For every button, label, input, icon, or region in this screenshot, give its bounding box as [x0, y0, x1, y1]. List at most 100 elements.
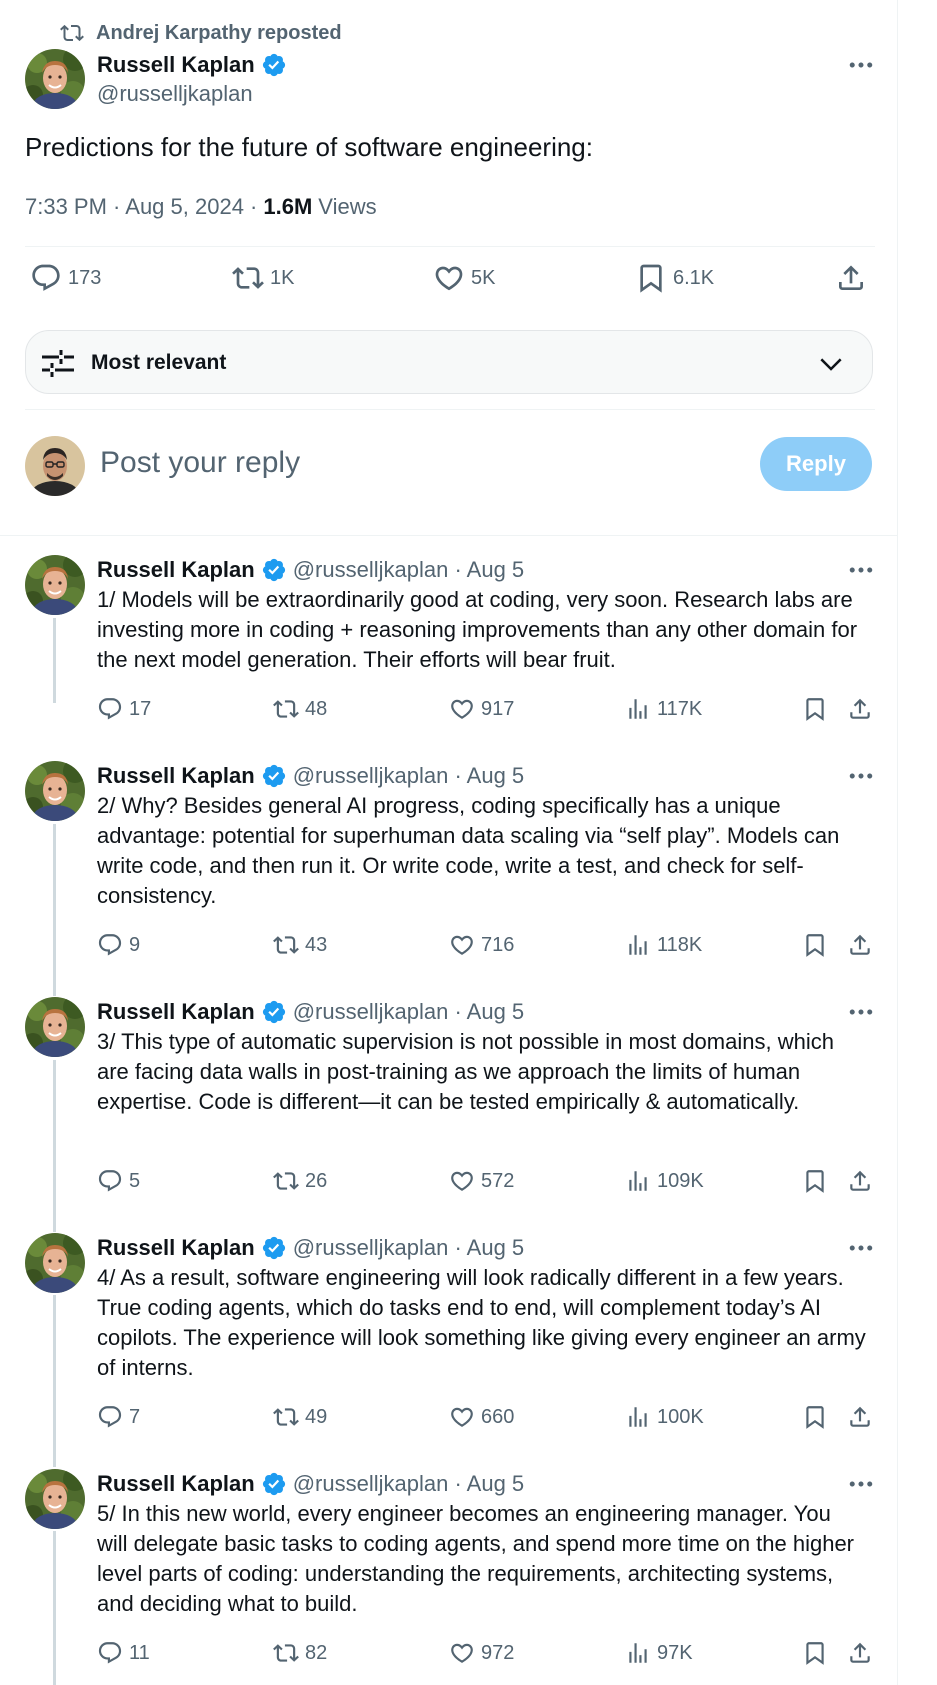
more-options-icon[interactable]	[846, 1233, 876, 1263]
author-name[interactable]: Russell Kaplan	[97, 763, 255, 789]
verified-badge-icon[interactable]	[261, 1471, 287, 1497]
reply-count: 173	[68, 266, 102, 289]
share-button[interactable]	[847, 932, 873, 958]
like-button[interactable]: 917	[449, 696, 514, 722]
author-name-row: Russell Kaplan @russelljkaplan · Aug 5	[97, 997, 524, 1027]
reply-button[interactable]: 17	[97, 696, 151, 722]
author-name[interactable]: Russell Kaplan	[97, 557, 255, 583]
bookmark-count: 6.1K	[673, 266, 715, 289]
bookmark-button[interactable]	[802, 1168, 828, 1194]
views-button[interactable]: 118K	[625, 932, 702, 958]
reply-count: 7	[129, 1405, 141, 1428]
author-handle[interactable]: @russelljkaplan · Aug 5	[293, 763, 524, 789]
share-icon	[847, 932, 873, 958]
reply-input[interactable]: Post your reply	[100, 446, 300, 480]
like-count: 716	[481, 933, 515, 956]
author-avatar[interactable]	[25, 1233, 85, 1293]
repost-button[interactable]: 48	[273, 696, 327, 722]
reply-button[interactable]: 7	[97, 1404, 140, 1430]
reply-button[interactable]: 11	[97, 1640, 150, 1666]
more-options-icon[interactable]	[846, 50, 876, 80]
views-button[interactable]: 100K	[625, 1404, 704, 1430]
author-avatar[interactable]	[25, 1469, 85, 1529]
reply-icon	[97, 1404, 123, 1430]
share-button[interactable]	[835, 262, 867, 294]
tweet-text: Predictions for the future of software e…	[25, 132, 593, 162]
repost-button[interactable]: 82	[273, 1640, 327, 1666]
repost-button[interactable]: 49	[273, 1404, 327, 1430]
share-icon	[847, 1168, 873, 1194]
share-button[interactable]	[847, 696, 873, 722]
more-options-icon[interactable]	[846, 555, 876, 585]
bookmark-button[interactable]: 6.1K	[635, 262, 714, 294]
bookmark-button[interactable]	[802, 1404, 828, 1430]
reply-button[interactable]: 9	[97, 932, 140, 958]
tweet-timestamp[interactable]: 7:33 PM · Aug 5, 2024 ·	[25, 194, 257, 220]
reply-submit-button[interactable]: Reply	[760, 437, 872, 491]
author-handle[interactable]: @russelljkaplan · Aug 5	[293, 1235, 524, 1261]
divider	[25, 246, 875, 247]
views-count: 109K	[657, 1169, 704, 1192]
more-options-icon[interactable]	[846, 1469, 876, 1499]
verified-badge-icon[interactable]	[261, 999, 287, 1025]
user-avatar[interactable]	[25, 436, 85, 496]
repost-count: 48	[305, 697, 328, 720]
author-name[interactable]: Russell Kaplan	[97, 1471, 255, 1497]
like-count: 5K	[471, 266, 496, 289]
author-avatar[interactable]	[25, 761, 85, 821]
more-options-icon[interactable]	[846, 997, 876, 1027]
bookmark-icon	[635, 262, 667, 294]
bookmark-icon	[802, 1640, 828, 1666]
author-name-row: Russell Kaplan @russelljkaplan · Aug 5	[97, 555, 524, 585]
author-name[interactable]: Russell Kaplan	[97, 1235, 255, 1261]
reply-button[interactable]: 173	[30, 262, 101, 294]
author-name-row[interactable]: Russell Kaplan	[97, 50, 287, 80]
views-button[interactable]: 117K	[625, 696, 702, 722]
author-name[interactable]: Russell Kaplan	[97, 52, 255, 78]
views-count: 118K	[657, 933, 703, 956]
reply-sort-dropdown[interactable]: Most relevant	[25, 330, 873, 394]
repost-icon	[273, 696, 299, 722]
views-button[interactable]: 97K	[625, 1640, 693, 1666]
repost-button[interactable]: 1K	[232, 262, 294, 294]
author-name[interactable]: Russell Kaplan	[97, 999, 255, 1025]
author-handle[interactable]: @russelljkaplan	[97, 81, 253, 107]
author-handle[interactable]: @russelljkaplan · Aug 5	[293, 999, 524, 1025]
author-avatar[interactable]	[25, 555, 85, 615]
share-button[interactable]	[847, 1404, 873, 1430]
verified-badge-icon[interactable]	[261, 1235, 287, 1261]
verified-badge-icon[interactable]	[261, 52, 287, 78]
section-divider	[0, 535, 898, 536]
views-count: 1.6M	[263, 194, 313, 219]
more-options-icon[interactable]	[846, 761, 876, 791]
author-handle[interactable]: @russelljkaplan · Aug 5	[293, 1471, 524, 1497]
like-button[interactable]: 972	[449, 1640, 514, 1666]
views-button[interactable]: 109K	[625, 1168, 704, 1194]
bookmark-icon	[802, 932, 828, 958]
reply-action-bar: 5 26 572 109K	[97, 1168, 875, 1198]
like-button[interactable]: 5K	[433, 262, 495, 294]
author-avatar[interactable]	[25, 49, 85, 109]
reply-button[interactable]: 5	[97, 1168, 140, 1194]
share-button[interactable]	[847, 1168, 873, 1194]
bookmark-icon	[802, 1404, 828, 1430]
author-avatar[interactable]	[25, 997, 85, 1057]
repost-indicator[interactable]: Andrej Karpathy reposted	[60, 19, 342, 47]
share-button[interactable]	[847, 1640, 873, 1666]
bookmark-button[interactable]	[802, 696, 828, 722]
like-button[interactable]: 660	[449, 1404, 514, 1430]
repost-button[interactable]: 26	[273, 1168, 327, 1194]
bookmark-button[interactable]	[802, 932, 828, 958]
like-button[interactable]: 572	[449, 1168, 514, 1194]
like-button[interactable]: 716	[449, 932, 514, 958]
reply-text: 1/ Models will be extraordinarily good a…	[97, 587, 858, 672]
page-background	[899, 0, 937, 1685]
repost-button[interactable]: 43	[273, 932, 327, 958]
reply-count: 17	[129, 697, 152, 720]
verified-badge-icon[interactable]	[261, 557, 287, 583]
author-name-row: Russell Kaplan @russelljkaplan · Aug 5	[97, 1233, 524, 1263]
verified-badge-icon[interactable]	[261, 763, 287, 789]
author-handle[interactable]: @russelljkaplan · Aug 5	[293, 557, 524, 583]
reply-action-bar: 7 49 660 100K	[97, 1404, 875, 1434]
bookmark-button[interactable]	[802, 1640, 828, 1666]
